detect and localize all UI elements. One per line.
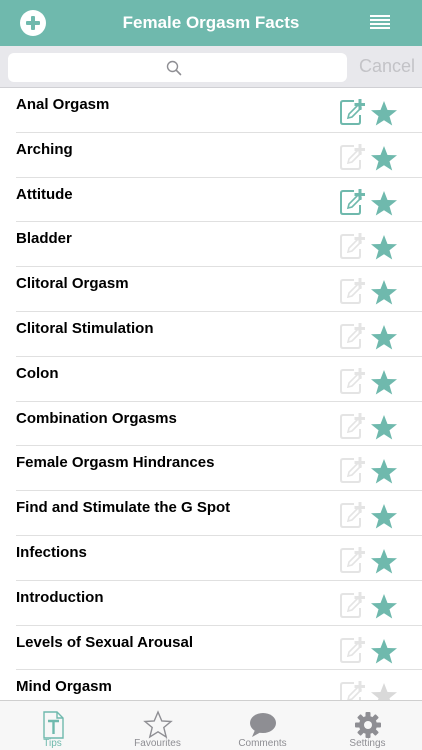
tab-label: Tips — [43, 738, 62, 749]
list-item-label: Levels of Sexual Arousal — [16, 633, 194, 651]
star-icon[interactable] — [370, 682, 398, 700]
add-note-icon[interactable] — [339, 502, 365, 529]
list-item[interactable]: Introduction — [16, 581, 422, 626]
star-icon[interactable] — [370, 190, 398, 217]
list-item[interactable]: Combination Orgasms — [16, 402, 422, 447]
tab-label: Favourites — [134, 738, 181, 749]
tab-favourites[interactable]: Favourites — [105, 701, 210, 750]
add-note-icon[interactable] — [339, 681, 365, 700]
star-icon[interactable] — [370, 458, 398, 485]
star-icon[interactable] — [370, 145, 398, 172]
tab-settings[interactable]: Settings — [315, 701, 420, 750]
list-item-label: Mind Orgasm — [16, 678, 112, 696]
list-item-label: Introduction — [16, 588, 104, 606]
list-item[interactable]: Female Orgasm Hindrances — [16, 446, 422, 492]
star-icon[interactable] — [370, 593, 398, 620]
list-item[interactable]: Find and Stimulate the G Spot — [16, 491, 422, 536]
list-item-label: Arching — [16, 140, 73, 158]
star-icon[interactable] — [370, 548, 398, 575]
list-item[interactable]: Mind Orgasm — [16, 670, 422, 700]
tab-label: Settings — [349, 738, 386, 749]
add-note-icon[interactable] — [339, 367, 365, 395]
list-item-label: Colon — [16, 364, 59, 382]
add-note-icon[interactable] — [339, 322, 365, 350]
tips-document-icon — [43, 711, 64, 739]
add-note-icon[interactable] — [339, 591, 365, 619]
star-icon[interactable] — [370, 503, 398, 530]
add-note-icon[interactable] — [339, 457, 365, 484]
star-outline-icon — [143, 710, 173, 739]
add-note-icon[interactable] — [339, 188, 365, 216]
add-note-icon[interactable] — [339, 233, 365, 260]
list-item[interactable]: Anal Orgasm — [16, 88, 422, 133]
list-item-label: Combination Orgasms — [16, 409, 177, 427]
add-note-icon[interactable] — [339, 546, 365, 574]
cancel-button[interactable]: Cancel — [359, 56, 415, 77]
list-item[interactable]: Infections — [16, 536, 422, 581]
tab-bar: Tips Favourites Comments Settings — [0, 700, 422, 750]
hamburger-menu-icon[interactable] — [370, 15, 390, 29]
add-note-icon[interactable] — [339, 636, 365, 664]
list-item[interactable]: Clitoral Orgasm — [16, 267, 422, 312]
list-item-label: Infections — [16, 543, 87, 561]
list-item[interactable]: Arching — [16, 133, 422, 178]
add-note-icon[interactable] — [339, 278, 365, 305]
list-item[interactable]: Colon — [16, 357, 422, 402]
list-item[interactable]: Levels of Sexual Arousal — [16, 626, 422, 671]
search-input[interactable] — [8, 53, 347, 82]
star-icon[interactable] — [370, 369, 398, 396]
speech-bubble-icon — [250, 713, 276, 737]
list-item-label: Female Orgasm Hindrances — [16, 454, 215, 472]
list-item-label: Anal Orgasm — [16, 96, 110, 113]
topic-list: Anal Orgasm Arching Attitude Bladder Clitora… — [0, 88, 422, 700]
tab-comments[interactable]: Comments — [210, 701, 315, 750]
star-icon[interactable] — [370, 234, 398, 261]
list-item-label: Bladder — [16, 230, 72, 248]
gear-icon — [355, 712, 381, 738]
nav-bar: Female Orgasm Facts — [0, 0, 422, 46]
star-icon[interactable] — [370, 638, 398, 665]
search-bar: Cancel — [0, 46, 422, 88]
star-icon[interactable] — [370, 324, 398, 351]
list-item-label: Attitude — [16, 185, 73, 203]
add-note-icon[interactable] — [339, 143, 365, 171]
add-note-icon[interactable] — [339, 412, 365, 440]
tab-label: Comments — [238, 738, 287, 749]
list-item-label: Clitoral Stimulation — [16, 319, 154, 337]
list-item[interactable]: Bladder — [16, 222, 422, 268]
star-icon[interactable] — [370, 414, 398, 441]
star-icon[interactable] — [370, 279, 398, 306]
add-note-icon[interactable] — [339, 99, 365, 126]
list-item[interactable]: Clitoral Stimulation — [16, 312, 422, 357]
list-item-label: Clitoral Orgasm — [16, 275, 129, 293]
tab-tips[interactable]: Tips — [0, 701, 105, 750]
list-item[interactable]: Attitude — [16, 178, 422, 223]
page-title: Female Orgasm Facts — [122, 13, 300, 32]
star-icon[interactable] — [370, 100, 398, 127]
list-item-label: Find and Stimulate the G Spot — [16, 499, 231, 517]
